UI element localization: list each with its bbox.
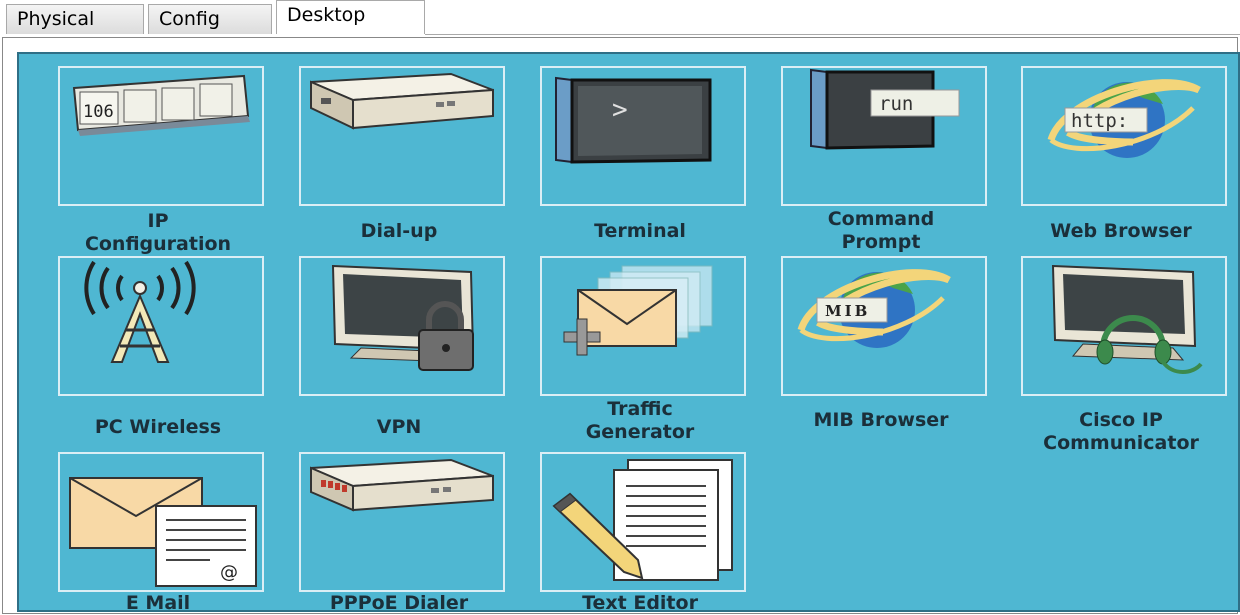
desktop-panel: 106 IPConfiguration Dial-up > Terminal <box>17 52 1240 614</box>
svg-text:@: @ <box>220 562 238 583</box>
app-pc-wireless-label: PC Wireless <box>94 416 222 438</box>
svg-text:>: > <box>612 95 628 125</box>
tab-physical[interactable]: Physical <box>6 4 144 34</box>
app-terminal-label: Terminal <box>594 220 686 242</box>
pppoe-dialer-icon <box>310 458 494 512</box>
terminal-icon: > <box>555 76 712 164</box>
svg-text:http:: http: <box>1071 110 1128 132</box>
dialup-modem-icon <box>310 72 494 130</box>
app-web-browser-tile[interactable]: http: <box>1021 66 1227 206</box>
tab-config[interactable]: Config <box>148 4 272 34</box>
mib-browser-icon: MIB <box>797 269 951 348</box>
app-pppoe-dialer-tile[interactable] <box>299 452 505 592</box>
app-traffic-generator-label: Traffic Generator <box>585 398 695 443</box>
headset-monitor-icon <box>1051 264 1203 374</box>
app-email-tile[interactable]: @ <box>58 452 264 592</box>
app-cisco-ip-communicator-tile[interactable] <box>1021 256 1227 396</box>
app-text-editor-label: Text Editor <box>582 592 698 614</box>
text-editor-icon <box>552 459 733 581</box>
app-cisco-ip-communicator-label: Cisco IP Communicator <box>1043 409 1199 454</box>
app-dial-up-tile[interactable] <box>299 66 505 206</box>
app-traffic-generator-tile[interactable] <box>540 256 746 396</box>
app-command-prompt-tile[interactable]: run <box>781 66 987 206</box>
traffic-generator-icon <box>563 265 713 356</box>
web-browser-icon: http: <box>1047 79 1201 158</box>
app-text-editor-tile[interactable] <box>540 452 746 592</box>
wireless-tower-icon <box>84 260 196 363</box>
app-command-prompt-label: Command Prompt <box>827 208 935 253</box>
app-vpn-label: VPN <box>376 416 422 438</box>
vpn-lock-icon <box>331 264 475 371</box>
svg-text:run: run <box>879 93 913 115</box>
app-dial-up-label: Dial-up <box>360 220 438 242</box>
svg-text:106: 106 <box>83 102 114 122</box>
app-ip-configuration-label: IP Configuration <box>84 210 232 255</box>
app-pppoe-dialer-label: PPPoE Dialer <box>329 592 469 614</box>
tab-desktop[interactable]: Desktop <box>276 0 425 34</box>
app-email-label: E Mail <box>125 592 191 614</box>
app-ip-configuration-tile[interactable]: 106 <box>58 66 264 206</box>
app-vpn-tile[interactable] <box>299 256 505 396</box>
tab-bar: Physical Config Desktop <box>0 0 1240 38</box>
svg-text:MIB: MIB <box>825 302 870 320</box>
app-web-browser-label: Web Browser <box>1050 220 1192 242</box>
email-icon: @ <box>69 477 257 587</box>
command-prompt-icon: run <box>810 68 960 150</box>
app-terminal-tile[interactable]: > <box>540 66 746 206</box>
app-pc-wireless-tile[interactable] <box>58 256 264 396</box>
app-mib-browser-label: MIB Browser <box>813 409 949 431</box>
app-mib-browser-tile[interactable]: MIB <box>781 256 987 396</box>
ip-config-icon: 106 <box>72 74 250 136</box>
tab-divider <box>425 34 1240 35</box>
